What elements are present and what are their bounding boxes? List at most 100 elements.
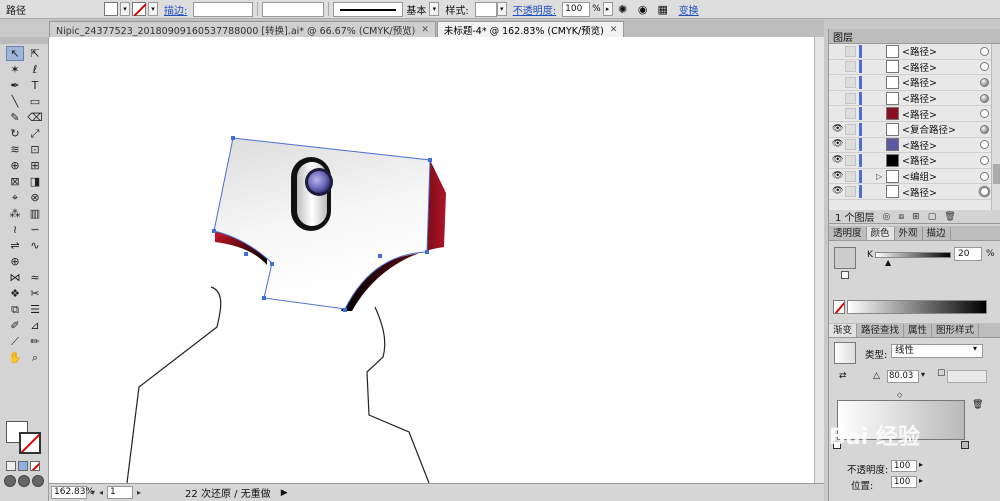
new-sublayer-icon[interactable]: ⊞ [912, 212, 920, 222]
draw-behind-icon[interactable] [18, 475, 30, 487]
lock-toggle[interactable] [845, 92, 856, 104]
gradient-stop-end[interactable] [961, 441, 969, 449]
tab-document-2[interactable]: 未标题-4* @ 162.83% (CMYK/预览) ✕ [436, 21, 625, 37]
target-circle-icon[interactable] [980, 187, 989, 197]
target-circle-icon[interactable] [980, 124, 989, 134]
perspective-icon[interactable]: ⊞ [26, 158, 44, 173]
lock-toggle[interactable] [845, 123, 856, 135]
rotate-icon[interactable]: ↻ [6, 126, 24, 141]
align-icon[interactable]: ☰ [26, 302, 44, 317]
make-clipping-mask-icon[interactable]: ⧈ [898, 212, 904, 222]
tab-pathfinder[interactable]: 路径查找 [857, 324, 905, 337]
gradient-thumbnail[interactable] [834, 342, 856, 364]
layer-stack-icon[interactable]: ⧉ [6, 302, 24, 317]
none-mode-button[interactable] [30, 461, 40, 471]
opacity-dropdown[interactable]: ▸ [602, 2, 613, 16]
artboard-canvas[interactable] [49, 37, 824, 483]
delete-stop-icon[interactable]: 🗑 [972, 400, 983, 410]
fill-stroke-control[interactable] [6, 421, 44, 455]
visibility-eye-icon[interactable] [832, 61, 843, 72]
layer-row[interactable]: <路径> [829, 91, 1000, 107]
next-artboard-icon[interactable]: ▸ [137, 488, 141, 497]
visibility-eye-icon[interactable]: 👁 [832, 186, 843, 197]
magic-wand-icon[interactable]: ✶ [6, 62, 24, 77]
column-graph-icon[interactable]: ▥ [26, 206, 44, 221]
wrinkle-icon[interactable]: ≈ [26, 270, 44, 285]
tab-color[interactable]: 颜色 [866, 227, 895, 240]
live-paint-icon[interactable]: ✐ [6, 318, 24, 333]
canvas-vertical-scrollbar[interactable] [814, 37, 824, 483]
style-dropdown[interactable]: ▾ [496, 2, 507, 16]
layer-row[interactable]: 👁 <复合路径> [829, 122, 1000, 138]
gradient-type-select[interactable]: 线性 [891, 344, 983, 358]
tab-gradient[interactable]: 渐变 [829, 324, 858, 337]
stroke-dropdown[interactable]: ▾ [148, 2, 158, 16]
layer-row[interactable]: 👁 ▷ <编组> [829, 169, 1000, 185]
target-circle-icon[interactable] [980, 171, 989, 181]
tab-appearance[interactable]: 外观 [895, 227, 923, 240]
chevron-down-icon[interactable]: ▾ [973, 344, 977, 353]
transform-link[interactable]: 变换 [673, 2, 705, 17]
visibility-eye-icon[interactable]: 👁 [832, 139, 843, 150]
none-color-icon[interactable] [833, 300, 845, 314]
crystallize-icon[interactable]: ❖ [6, 286, 24, 301]
stop-opacity-field[interactable]: 100 [891, 460, 917, 472]
live-paint-select-icon[interactable]: ⊿ [26, 318, 44, 333]
rectangle-icon[interactable]: ▭ [26, 94, 44, 109]
color-spectrum-bar[interactable] [847, 300, 987, 314]
join-icon[interactable]: ⇌ [6, 238, 24, 253]
aspect-ratio-field[interactable] [947, 370, 987, 383]
opacity-field[interactable]: 100 [562, 1, 591, 17]
symbol-sprayer-icon[interactable]: ⁂ [6, 206, 24, 221]
zoom-icon[interactable]: ⌕ [26, 350, 44, 365]
pencil-icon[interactable]: ✏ [26, 334, 44, 349]
lasso-icon[interactable]: ℓ [26, 62, 44, 77]
layer-row[interactable]: <路径> [829, 44, 1000, 60]
stroke-weight-label[interactable]: 描边: [158, 2, 193, 17]
reshape-icon[interactable]: ∽ [26, 222, 44, 237]
direct-selection-icon[interactable]: ⇱ [26, 46, 44, 61]
gradient-icon[interactable]: ◨ [26, 174, 44, 189]
lock-toggle[interactable] [845, 139, 856, 151]
reverse-gradient-icon[interactable]: ⇄ [839, 371, 847, 381]
visibility-eye-icon[interactable] [832, 108, 843, 119]
layer-row[interactable]: 👁 <路径> [829, 184, 1000, 200]
layers-scrollbar[interactable] [991, 44, 1000, 210]
align-icon[interactable]: ▦ [656, 2, 670, 16]
slice-icon[interactable] [26, 254, 44, 269]
layer-row[interactable]: 👁 <路径> [829, 138, 1000, 154]
stroke-swatch[interactable] [132, 2, 146, 16]
lock-toggle[interactable] [845, 76, 856, 88]
lock-toggle[interactable] [845, 186, 856, 198]
artboard-icon[interactable]: ⊕ [6, 254, 24, 269]
scale-icon[interactable]: ⤢ [26, 126, 44, 141]
target-circle-icon[interactable] [980, 140, 989, 150]
lock-toggle[interactable] [845, 154, 856, 166]
stroke-weight-field[interactable] [193, 1, 254, 17]
variable-width-field[interactable] [262, 1, 325, 17]
k-slider-thumb[interactable]: ▲ [885, 258, 891, 267]
visibility-eye-icon[interactable]: 👁 [832, 155, 843, 166]
close-icon[interactable]: ✕ [610, 25, 618, 35]
lock-toggle[interactable] [845, 170, 856, 182]
visibility-eye-icon[interactable] [832, 93, 843, 104]
tab-graphic-styles[interactable]: 图形样式 [932, 324, 980, 337]
layers-panel-header[interactable]: 图层 [829, 29, 1000, 44]
target-circle-icon[interactable] [980, 77, 989, 87]
draw-inside-icon[interactable] [32, 475, 44, 487]
envelope-icon[interactable]: ⋈ [6, 270, 24, 285]
lock-toggle[interactable] [845, 108, 856, 120]
blend-icon[interactable]: ⊗ [26, 190, 44, 205]
path-eraser-icon[interactable]: ✂ [26, 286, 44, 301]
tab-document-1[interactable]: Nipic_24377523_20180909160537788000 [转换]… [49, 21, 436, 37]
type-icon[interactable]: T [26, 78, 44, 93]
artboard-number-field[interactable]: 1 [107, 486, 134, 499]
lock-toggle[interactable] [845, 61, 856, 73]
pen-icon[interactable]: ✒ [6, 78, 24, 93]
k-value-field[interactable]: 20 [954, 247, 982, 261]
stop-position-dropdown-icon[interactable]: ▸ [919, 476, 923, 485]
line-icon[interactable]: ╲ [6, 94, 24, 109]
stop-position-field[interactable]: 100 [891, 476, 917, 488]
warp-icon[interactable]: ≋ [6, 142, 24, 157]
gradient-midpoint-diamond[interactable]: ◇ [897, 391, 902, 399]
